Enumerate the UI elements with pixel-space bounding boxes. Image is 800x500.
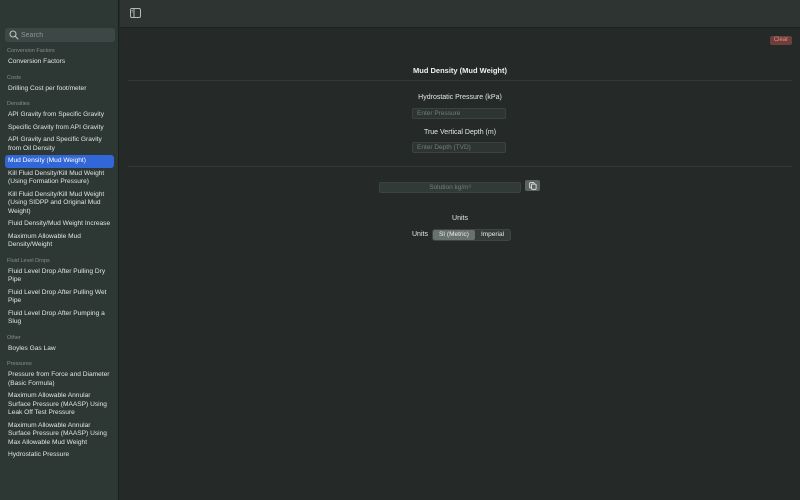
sidebar-section-header: Conversion Factors (7, 48, 55, 54)
sidebar-item[interactable]: Pressure from Force and Diameter (Basic … (5, 369, 114, 390)
copy-icon (528, 181, 536, 190)
sidebar-item[interactable]: Kill Fluid Density/Kill Mud Weight (Usin… (5, 189, 114, 219)
sidebar: Conversion Factors Conversion Factors Cost… (0, 0, 119, 500)
sidebar-item[interactable]: API Gravity and Specific Gravity from Oi… (5, 134, 114, 155)
sidebar-item[interactable]: Maximum Allowable Annular Surface Pressu… (5, 420, 114, 450)
search-icon (9, 30, 19, 40)
copy-button[interactable] (525, 180, 540, 191)
clear-button[interactable]: Clear (770, 36, 792, 45)
sidebar-item[interactable]: Maximum Allowable Annular Surface Pressu… (5, 390, 114, 420)
sidebar-item[interactable]: Specific Gravity from API Gravity (5, 122, 114, 135)
page-title: Mud Density (Mud Weight) (412, 66, 508, 75)
sidebar-item[interactable]: Drilling Cost per foot/meter (5, 83, 114, 96)
sidebar-section-header: Pressures (7, 361, 32, 367)
unit-option[interactable]: Imperial (475, 230, 510, 240)
sidebar-toggle-icon[interactable] (130, 8, 141, 18)
pressure-input[interactable] (412, 108, 506, 119)
solution-output[interactable] (379, 182, 521, 193)
sidebar-item[interactable]: Fluid Level Drop After Pulling Dry Pipe (5, 266, 114, 287)
sidebar-section-header: Costs (7, 74, 22, 81)
sidebar-section-header: Other (7, 334, 21, 341)
unit-option[interactable]: SI (Metric) (432, 229, 475, 240)
main-panel: Clear Mud Density (Mud Weight) Hydrostat… (120, 28, 800, 500)
units-segmented-control: SI (Metric) Imperial (431, 228, 512, 241)
sidebar-item[interactable]: Mud Density (Mud Weight) (5, 155, 114, 168)
sidebar-item[interactable]: Fluid Density/Mud Weight Increase (5, 218, 114, 231)
sidebar-item[interactable]: API Gravity from Specific Gravity (5, 109, 114, 122)
sidebar-item[interactable]: Fluid Level Drop After Pulling Wet Pipe (5, 287, 114, 308)
sidebar-item[interactable]: Kill Fluid Density/Kill Mud Weight (Usin… (5, 168, 114, 189)
divider (128, 166, 792, 167)
units-row: Units SI (Metric) Imperial (412, 228, 512, 241)
sidebar-item[interactable]: Conversion Factors (5, 56, 114, 69)
depth-input[interactable] (412, 142, 506, 153)
sidebar-item[interactable]: Fluid Level Drop After Pumping a Slug (5, 308, 114, 329)
units-title: Units (452, 215, 468, 222)
search-input[interactable] (21, 31, 111, 39)
sidebar-item[interactable]: Hydrostatic Pressure (5, 449, 114, 462)
sidebar-list: Conversion Factors Conversion Factors Cost… (0, 46, 118, 466)
sidebar-item[interactable]: Maximum Allowable Mud Density/Weight (5, 231, 114, 252)
divider (128, 80, 792, 81)
toolbar (120, 0, 800, 28)
depth-label: True Vertical Depth (m) (423, 129, 497, 136)
search-field[interactable] (5, 28, 115, 42)
sidebar-item[interactable]: Boyles Gas Law (5, 343, 114, 356)
sidebar-section-header: Fluid Level Drops (7, 257, 50, 264)
sidebar-section-header: Densities (7, 101, 30, 107)
pressure-label: Hydrostatic Pressure (kPa) (418, 94, 502, 101)
units-label: Units (412, 231, 428, 238)
